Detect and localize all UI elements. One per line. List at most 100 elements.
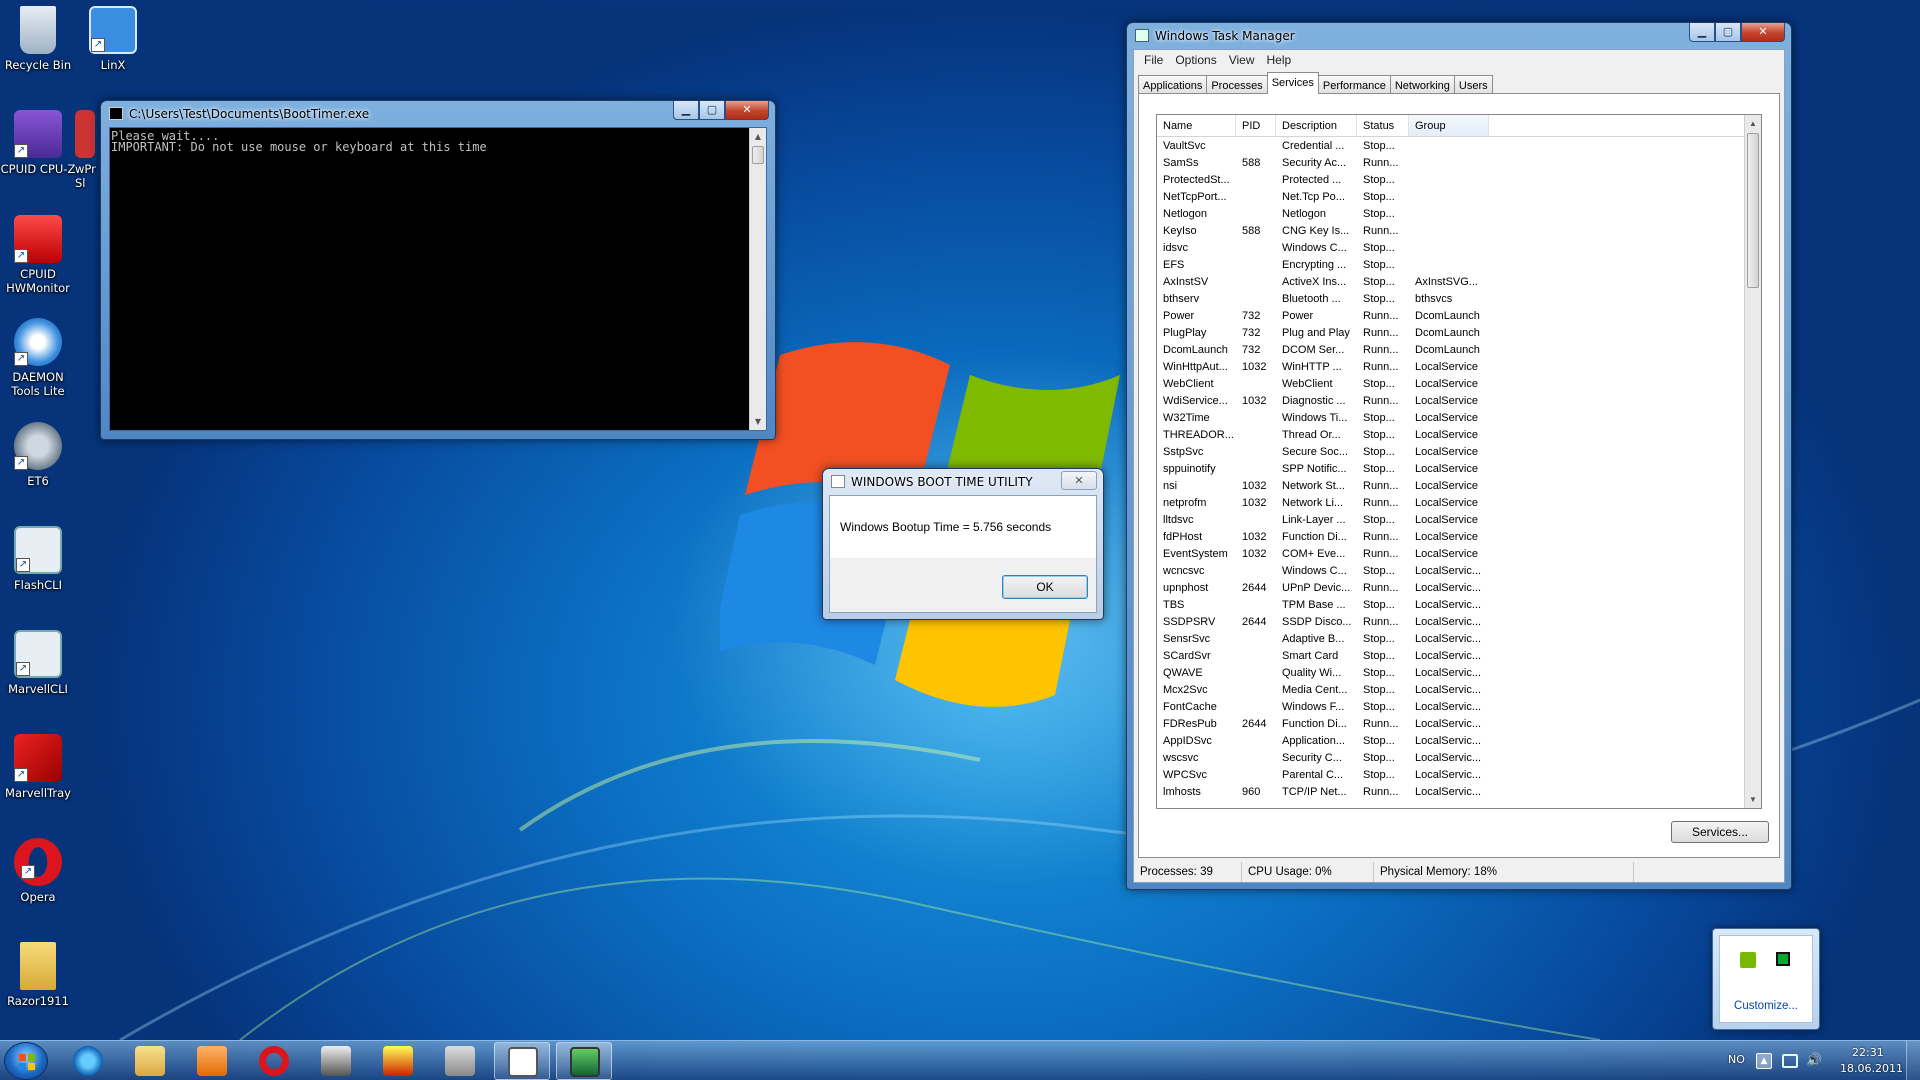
service-row[interactable]: idsvc Windows C... Stop... (1157, 240, 1744, 257)
menu-help[interactable]: Help (1261, 50, 1298, 70)
show-desktop-button[interactable] (1906, 1041, 1920, 1080)
service-row[interactable]: WdiService... 1032 Diagnostic ... Runn... Lo… (1157, 393, 1744, 410)
app-tray-icon[interactable] (1776, 952, 1790, 966)
desktop-icon-hwmonitor[interactable]: ↗ CPUID HWMonitor (0, 215, 76, 295)
console-window[interactable]: C:\Users\Test\Documents\BootTimer.exe ▁ … (100, 100, 776, 440)
scroll-down-arrow-icon[interactable]: ▼ (1745, 791, 1761, 808)
language-indicator[interactable]: NO (1728, 1053, 1745, 1066)
service-row[interactable]: SCardSvr Smart Card Stop... LocalServic... (1157, 648, 1744, 665)
maximize-button[interactable]: ▢ (1715, 23, 1741, 42)
service-row[interactable]: fdPHost 1032 Function Di... Runn... LocalSer… (1157, 529, 1744, 546)
service-row[interactable]: AppIDSvc Application... Stop... LocalServic… (1157, 733, 1744, 750)
desktop-icon-marvellcli[interactable]: ↗ MarvellCLI (0, 630, 76, 696)
service-row[interactable]: FontCache Windows F... Stop... LocalServic.… (1157, 699, 1744, 716)
dialog-titlebar[interactable]: WINDOWS BOOT TIME UTILITY ✕ (823, 469, 1103, 495)
service-row[interactable]: ProtectedSt... Protected ... Stop... (1157, 172, 1744, 189)
scroll-up-arrow-icon[interactable]: ▲ (750, 128, 766, 145)
services-scrollbar[interactable]: ▲ ▼ (1744, 115, 1761, 808)
desktop-icon-linx[interactable]: ↗ LinX (75, 6, 151, 72)
service-row[interactable]: AxInstSV ActiveX Ins... Stop... AxInstSVG..… (1157, 274, 1744, 291)
service-row[interactable]: EFS Encrypting ... Stop... (1157, 257, 1744, 274)
customize-link[interactable]: Customize... (1720, 1000, 1812, 1012)
service-row[interactable]: W32Time Windows Ti... Stop... LocalService (1157, 410, 1744, 427)
dialog-close-button[interactable]: ✕ (1061, 471, 1097, 490)
network-tray-icon[interactable] (1782, 1054, 1798, 1068)
service-row[interactable]: Netlogon Netlogon Stop... (1157, 206, 1744, 223)
service-row[interactable]: PlugPlay 732 Plug and Play Runn... DcomLaunc… (1157, 325, 1744, 342)
boot-time-dialog[interactable]: WINDOWS BOOT TIME UTILITY ✕ Windows Boot… (822, 468, 1104, 620)
taskbar-utility[interactable] (432, 1042, 488, 1080)
taskmgr-titlebar[interactable]: Windows Task Manager ▁ ▢ ✕ (1127, 23, 1791, 49)
service-row[interactable]: VaultSvc Credential ... Stop... (1157, 138, 1744, 155)
tab-performance[interactable]: Performance (1317, 75, 1391, 94)
service-row[interactable]: SstpSvc Secure Soc... Stop... LocalService (1157, 444, 1744, 461)
services-list[interactable]: Name PID Description Status Group VaultS… (1156, 114, 1762, 809)
tab-applications[interactable]: Applications (1138, 75, 1208, 94)
service-row[interactable]: WebClient WebClient Stop... LocalService (1157, 376, 1744, 393)
service-row[interactable]: WinHttpAut... 1032 WinHTTP ... Runn... Local… (1157, 359, 1744, 376)
service-row[interactable]: SensrSvc Adaptive B... Stop... LocalServic.… (1157, 631, 1744, 648)
console-output-area[interactable]: Please wait.... IMPORTANT: Do not use mou… (109, 127, 767, 431)
volume-tray-icon[interactable]: 🔊 (1806, 1053, 1822, 1068)
maximize-button[interactable]: ▢ (699, 101, 725, 120)
service-row[interactable]: EventSystem 1032 COM+ Eve... Runn... LocalSe… (1157, 546, 1744, 563)
console-scrollbar[interactable]: ▲ ▼ (749, 128, 766, 430)
desktop-icon-flashcli[interactable]: ↗ FlashCLI (0, 526, 76, 592)
column-header-status[interactable]: Status (1357, 115, 1409, 136)
desktop-icon-cpu-z[interactable]: ↗ CPUID CPU-Z (0, 110, 76, 176)
tab-users[interactable]: Users (1453, 75, 1493, 94)
taskbar-opera[interactable] (246, 1042, 302, 1080)
services-scroll-thumb[interactable] (1747, 133, 1759, 288)
column-header-group[interactable]: Group (1409, 115, 1489, 136)
service-row[interactable]: Mcx2Svc Media Cent... Stop... LocalServic..… (1157, 682, 1744, 699)
service-row[interactable]: THREADOR... Thread Or... Stop... LocalServi… (1157, 427, 1744, 444)
scroll-down-arrow-icon[interactable]: ▼ (750, 413, 766, 430)
taskbar-media-player[interactable] (184, 1042, 240, 1080)
taskbar-task-manager[interactable] (556, 1042, 612, 1080)
service-row[interactable]: netprofm 1032 Network Li... Runn... LocalSer… (1157, 495, 1744, 512)
tab-networking[interactable]: Networking (1389, 75, 1455, 94)
taskbar-touch-bios[interactable] (370, 1042, 426, 1080)
desktop-icon-razor1911[interactable]: Razor1911 (0, 942, 76, 1008)
menu-view[interactable]: View (1223, 50, 1261, 70)
service-row[interactable]: lltdsvc Link-Layer ... Stop... LocalService (1157, 512, 1744, 529)
taskbar-boottimer-console[interactable] (494, 1042, 550, 1080)
service-row[interactable]: FDResPub 2644 Function Di... Runn... LocalSe… (1157, 716, 1744, 733)
service-row[interactable]: WPCSvc Parental C... Stop... LocalServic... (1157, 767, 1744, 784)
tab-processes[interactable]: Processes (1206, 75, 1268, 94)
minimize-button[interactable]: ▁ (1689, 23, 1715, 42)
clock-date[interactable]: 18.06.2011 (1840, 1062, 1903, 1075)
service-row[interactable]: wcncsvc Windows C... Stop... LocalServic... (1157, 563, 1744, 580)
service-row[interactable]: wscsvc Security C... Stop... LocalServic... (1157, 750, 1744, 767)
console-titlebar[interactable]: C:\Users\Test\Documents\BootTimer.exe ▁ … (101, 101, 775, 127)
task-manager-window[interactable]: Windows Task Manager ▁ ▢ ✕ File Options … (1126, 22, 1792, 890)
console-scroll-thumb[interactable] (752, 146, 764, 164)
menu-options[interactable]: Options (1169, 50, 1222, 70)
service-row[interactable]: sppuinotify SPP Notific... Stop... LocalSer… (1157, 461, 1744, 478)
taskbar-explorer[interactable] (122, 1042, 178, 1080)
desktop-icon-marvelltray[interactable]: ↗ MarvellTray (0, 734, 76, 800)
tab-services[interactable]: Services (1266, 72, 1319, 94)
service-row[interactable]: lmhosts 960 TCP/IP Net... Runn... LocalServi… (1157, 784, 1744, 801)
service-row[interactable]: TBS TPM Base ... Stop... LocalServic... (1157, 597, 1744, 614)
nvidia-tray-icon[interactable] (1740, 952, 1756, 968)
taskbar-flash-tool[interactable] (308, 1042, 364, 1080)
service-row[interactable]: bthserv Bluetooth ... Stop... bthsvcs (1157, 291, 1744, 308)
ok-button[interactable]: OK (1002, 575, 1088, 599)
service-row[interactable]: SamSs 588 Security Ac... Runn... (1157, 155, 1744, 172)
tray-overflow-button[interactable]: ▲ (1756, 1053, 1772, 1069)
service-row[interactable]: SSDPSRV 2644 SSDP Disco... Runn... LocalServ… (1157, 614, 1744, 631)
services-button[interactable]: Services... (1671, 821, 1769, 843)
column-header-name[interactable]: Name (1157, 115, 1236, 136)
service-row[interactable]: NetTcpPort... Net.Tcp Po... Stop... (1157, 189, 1744, 206)
clock-time[interactable]: 22:31 (1852, 1046, 1884, 1059)
service-row[interactable]: QWAVE Quality Wi... Stop... LocalServic... (1157, 665, 1744, 682)
close-button[interactable]: ✕ (1741, 23, 1785, 42)
scroll-up-arrow-icon[interactable]: ▲ (1745, 115, 1761, 132)
service-row[interactable]: KeyIso 588 CNG Key Is... Runn... (1157, 223, 1744, 240)
service-row[interactable]: nsi 1032 Network St... Runn... LocalService (1157, 478, 1744, 495)
desktop-icon-et6[interactable]: ↗ ET6 (0, 422, 76, 488)
desktop-icon-recycle-bin[interactable]: Recycle Bin (0, 6, 76, 72)
start-button[interactable] (4, 1042, 48, 1080)
column-header-description[interactable]: Description (1276, 115, 1357, 136)
